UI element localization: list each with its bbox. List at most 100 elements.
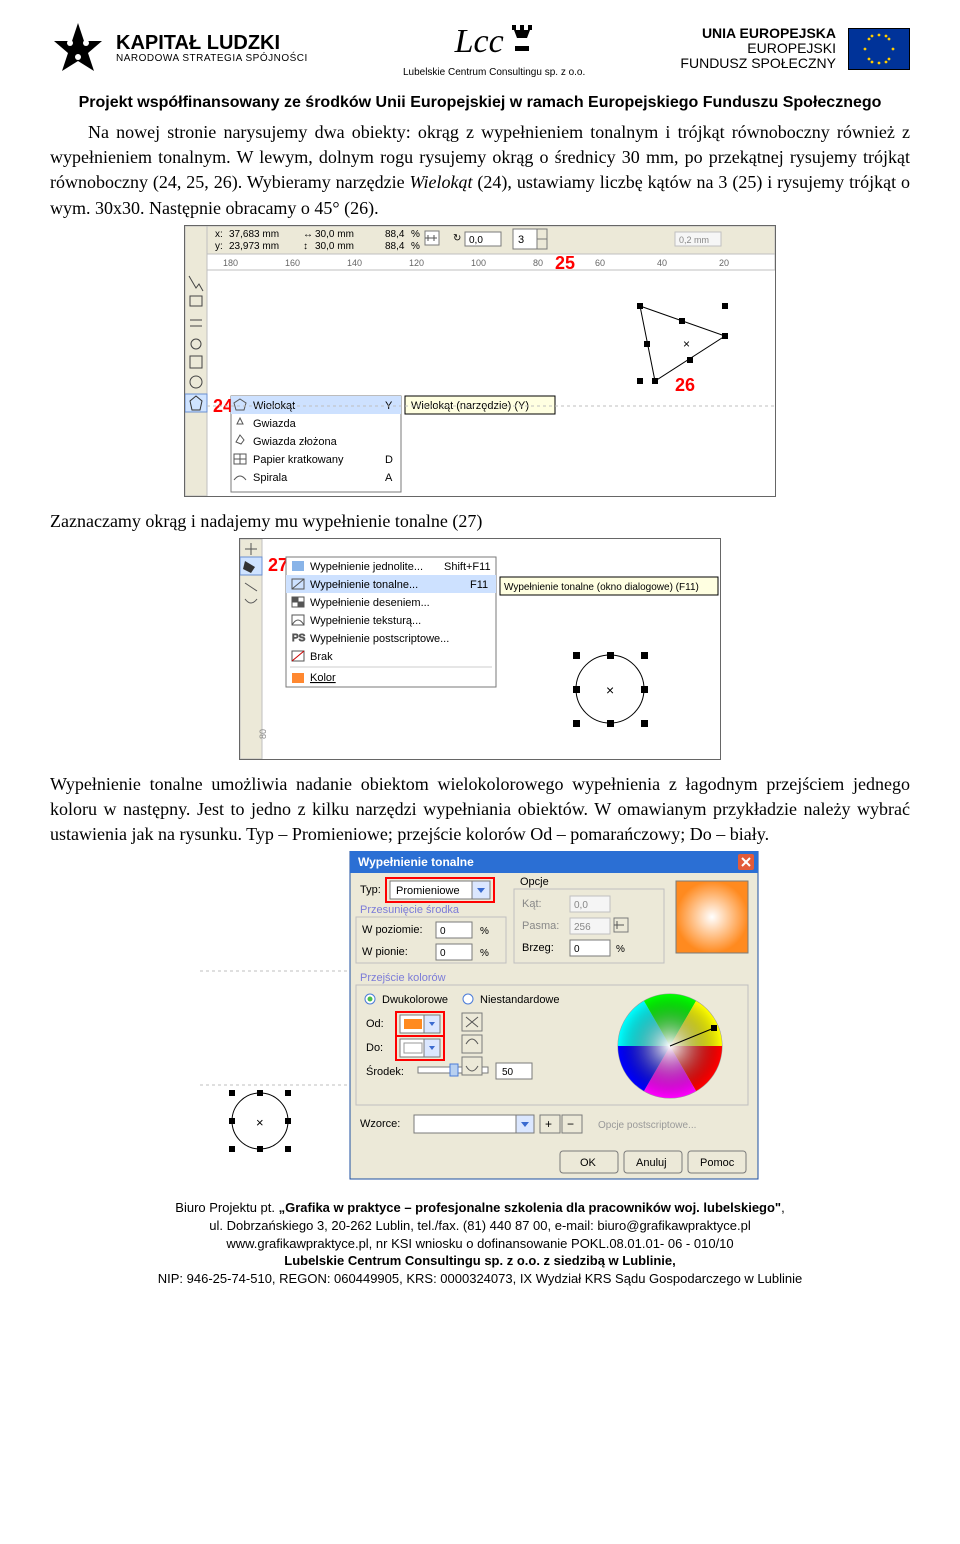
- svg-text:Opcje postscriptowe...: Opcje postscriptowe...: [598, 1120, 696, 1131]
- ue-line1: UNIA EUROPEJSKA: [680, 26, 836, 41]
- svg-text:60: 60: [595, 258, 605, 268]
- svg-text:80: 80: [533, 258, 543, 268]
- svg-text:Spirala: Spirala: [253, 472, 288, 484]
- ue-line2: EUROPEJSKI: [680, 41, 836, 56]
- svg-text:Wypełnienie tonalne...: Wypełnienie tonalne...: [310, 579, 418, 591]
- svg-text:0,0: 0,0: [469, 235, 483, 246]
- callout-27: 27: [268, 555, 288, 575]
- figure-dialog: × Wypełnienie tonalne Typ: Promieniowe O…: [200, 851, 760, 1181]
- svg-text:88,4: 88,4: [385, 241, 405, 252]
- funding-header: KAPITAŁ LUDZKI NARODOWA STRATEGIA SPÓJNO…: [50, 0, 910, 90]
- svg-text:50: 50: [502, 1067, 514, 1078]
- figure-27: 27 Wypełnienie jednolite... Shift+F11 Wyp…: [239, 538, 721, 760]
- svg-text:Typ:: Typ:: [360, 884, 381, 896]
- svg-text:140: 140: [347, 258, 362, 268]
- svg-text:↻: ↻: [453, 233, 461, 244]
- svg-text:23,973 mm: 23,973 mm: [229, 241, 279, 252]
- svg-text:0,2 mm: 0,2 mm: [679, 235, 709, 245]
- svg-text:↔: ↔: [303, 229, 313, 240]
- svg-text:3: 3: [518, 234, 524, 246]
- svg-text:x:: x:: [215, 229, 223, 240]
- svg-text:%: %: [616, 944, 625, 955]
- callout-26: 26: [675, 375, 695, 395]
- svg-text:OK: OK: [580, 1157, 597, 1169]
- svg-text:×: ×: [256, 1115, 264, 1130]
- svg-text:30,0 mm: 30,0 mm: [315, 229, 354, 240]
- svg-text:Wielokąt (narzędzie) (Y): Wielokąt (narzędzie) (Y): [411, 400, 529, 412]
- svg-text:W pionie:: W pionie:: [362, 946, 408, 958]
- svg-text:80: 80: [258, 729, 268, 739]
- svg-text:%: %: [480, 948, 489, 959]
- svg-text:W poziomie:: W poziomie:: [362, 924, 423, 936]
- svg-text:0: 0: [574, 944, 580, 955]
- svg-text:Promieniowe: Promieniowe: [396, 885, 460, 897]
- svg-text:Wypełnienie postscriptowe...: Wypełnienie postscriptowe...: [310, 633, 449, 645]
- svg-text:30,0 mm: 30,0 mm: [315, 241, 354, 252]
- svg-text:Dwukolorowe: Dwukolorowe: [382, 994, 448, 1006]
- kl-subtitle: NARODOWA STRATEGIA SPÓJNOŚCI: [116, 54, 308, 65]
- svg-text:Gwiazda: Gwiazda: [253, 418, 297, 430]
- svg-text:×: ×: [683, 337, 690, 351]
- svg-text:0,0: 0,0: [574, 900, 588, 911]
- lcc-logo: Lcc Lubelskie Centrum Consultingu sp. z …: [403, 18, 585, 80]
- ue-line3: FUNDUSZ SPOŁECZNY: [680, 56, 836, 71]
- kl-title: KAPITAŁ LUDZKI: [116, 33, 308, 54]
- svg-text:Shift+F11: Shift+F11: [444, 561, 491, 573]
- svg-text:Wypełnienie tonalne: Wypełnienie tonalne: [358, 855, 474, 869]
- project-cofinanced-line: Projekt współfinansowany ze środków Unii…: [50, 92, 910, 114]
- svg-text:%: %: [411, 229, 420, 240]
- svg-text:160: 160: [285, 258, 300, 268]
- svg-text:37,683 mm: 37,683 mm: [229, 229, 279, 240]
- svg-text:Wypełnienie deseniem...: Wypełnienie deseniem...: [310, 597, 430, 609]
- svg-text:y:: y:: [215, 241, 223, 252]
- svg-text:0: 0: [440, 926, 446, 937]
- svg-text:40: 40: [657, 258, 667, 268]
- svg-text:Od:: Od:: [366, 1018, 384, 1030]
- svg-text:Pomoc: Pomoc: [700, 1157, 735, 1169]
- svg-text:Wypełnienie tonalne (okno dial: Wypełnienie tonalne (okno dialogowe) (F1…: [504, 582, 699, 593]
- kl-star-icon: [50, 21, 106, 77]
- lcc-chess-icon: [510, 23, 534, 60]
- svg-text:Kolor: Kolor: [310, 672, 336, 684]
- callout-25: 25: [555, 253, 575, 273]
- callout-24: 24: [213, 396, 233, 416]
- svg-text:100: 100: [471, 258, 486, 268]
- svg-text:D: D: [385, 454, 393, 466]
- svg-text:Kąt:: Kąt:: [522, 898, 542, 910]
- svg-text:Przesunięcie środka: Przesunięcie środka: [360, 904, 460, 916]
- svg-text:Przejście kolorów: Przejście kolorów: [360, 972, 446, 984]
- svg-text:−: −: [567, 1117, 574, 1131]
- svg-text:Papier kratkowany: Papier kratkowany: [253, 454, 344, 466]
- svg-text:+: +: [545, 1117, 552, 1131]
- svg-text:Brak: Brak: [310, 651, 333, 663]
- eu-flag-icon: [848, 28, 910, 70]
- eu-logo: UNIA EUROPEJSKA EUROPEJSKI FUNDUSZ SPOŁE…: [680, 26, 910, 72]
- svg-text:180: 180: [223, 258, 238, 268]
- lcc-caption: Lubelskie Centrum Consultingu sp. z o.o.: [403, 66, 585, 80]
- paragraph-2: Zaznaczamy okrąg i nadajemy mu wypełnien…: [50, 509, 910, 534]
- figure-24-25-26: x: 37,683 mm y: 23,973 mm ↔30,0 mm ↕ 30,0 m…: [184, 225, 776, 497]
- svg-text:↕: ↕: [303, 241, 308, 252]
- svg-text:Wypełnienie jednolite...: Wypełnienie jednolite...: [310, 561, 423, 573]
- svg-text:%: %: [411, 241, 420, 252]
- svg-text:Do:: Do:: [366, 1042, 383, 1054]
- paragraph-1: Na nowej stronie narysujemy dwa obiekty:…: [50, 120, 910, 221]
- svg-text:Środek:: Środek:: [366, 1065, 404, 1078]
- svg-text:Brzeg:: Brzeg:: [522, 942, 554, 954]
- svg-text:F11: F11: [470, 579, 488, 591]
- svg-text:Anuluj: Anuluj: [636, 1157, 667, 1169]
- svg-text:PS: PS: [292, 633, 306, 644]
- svg-text:88,4: 88,4: [385, 229, 405, 240]
- svg-text:Niestandardowe: Niestandardowe: [480, 994, 560, 1006]
- svg-text:Opcje: Opcje: [520, 876, 549, 888]
- svg-text:20: 20: [719, 258, 729, 268]
- svg-text:Wzorce:: Wzorce:: [360, 1118, 400, 1130]
- svg-text:Wypełnienie teksturą...: Wypełnienie teksturą...: [310, 615, 421, 627]
- paragraph-3: Wypełnienie tonalne umożliwia nadanie ob…: [50, 772, 910, 848]
- svg-text:Gwiazda złożona: Gwiazda złożona: [253, 436, 338, 448]
- svg-text:256: 256: [574, 922, 591, 933]
- footer: Biuro Projektu pt. „Grafika w praktyce –…: [50, 1199, 910, 1287]
- svg-text:×: ×: [606, 682, 614, 698]
- svg-text:Pasma:: Pasma:: [522, 920, 559, 932]
- kapital-ludzki-logo: KAPITAŁ LUDZKI NARODOWA STRATEGIA SPÓJNO…: [50, 21, 308, 77]
